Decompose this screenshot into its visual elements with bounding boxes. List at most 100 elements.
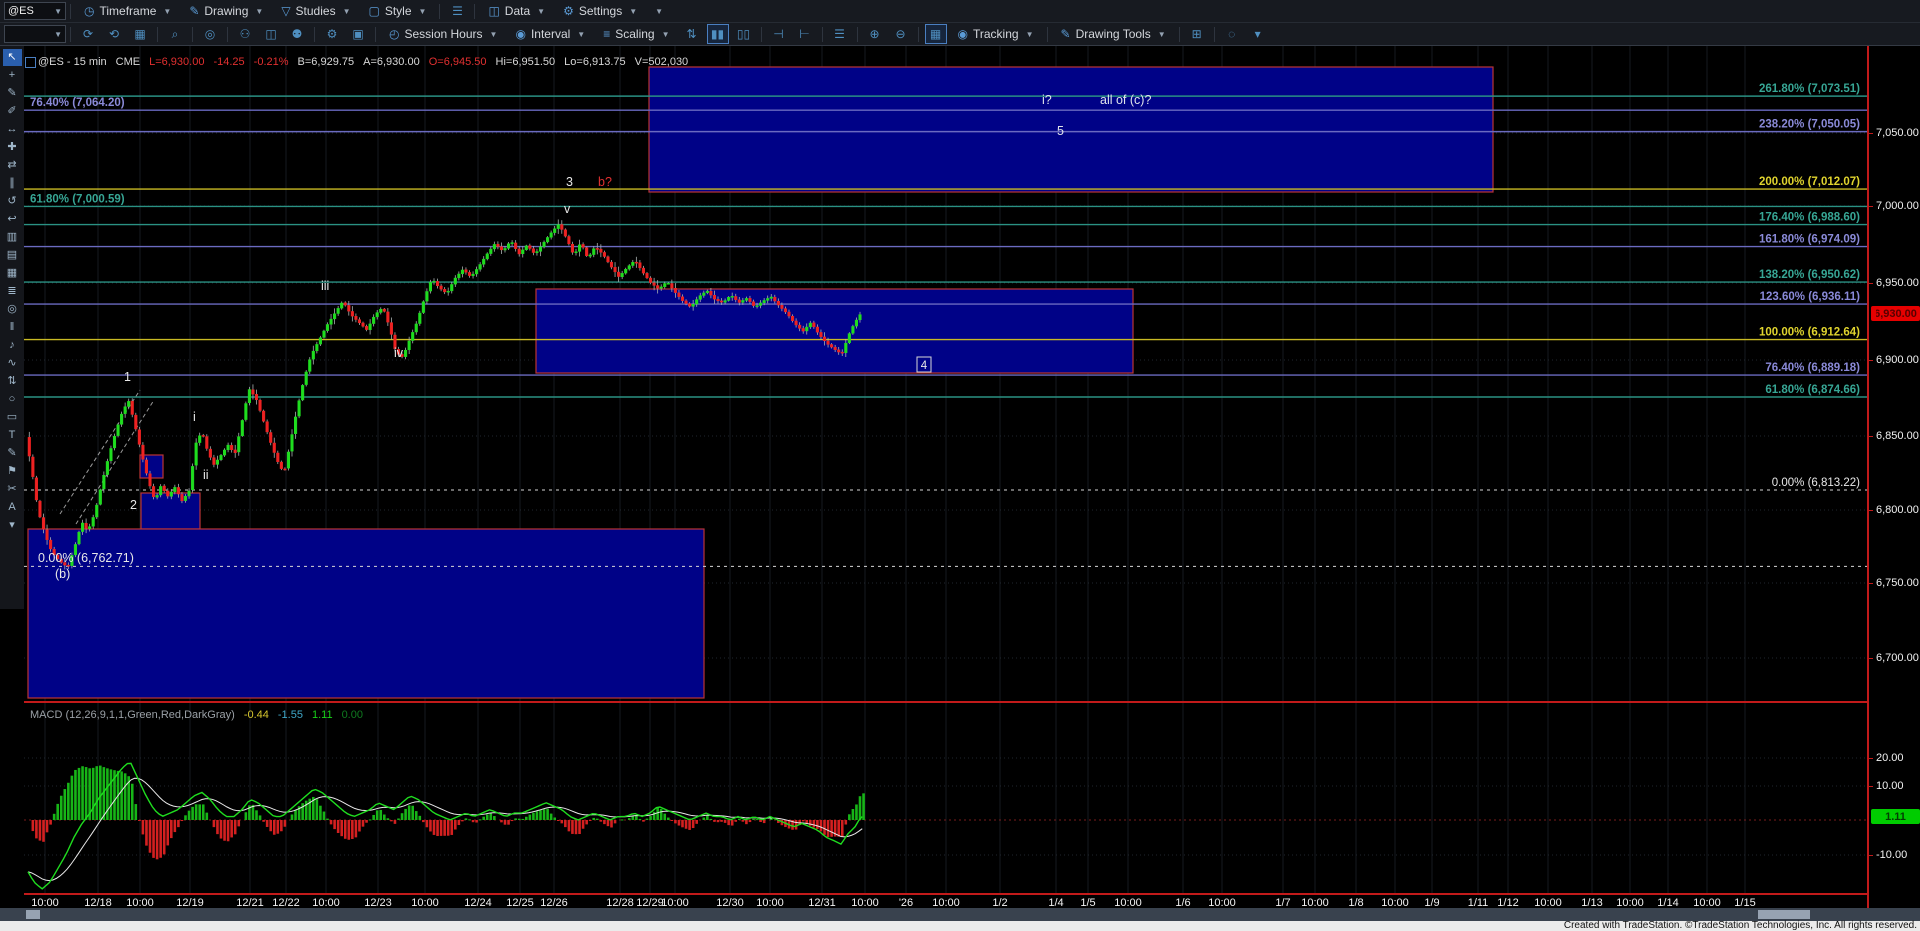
drawing-tools-menu[interactable]: ✎Drawing Tools▼ xyxy=(1052,27,1175,41)
text-tool[interactable]: T xyxy=(3,427,22,444)
matrix-icon[interactable]: ▦ xyxy=(129,24,151,44)
macd-histogram-bar xyxy=(426,820,429,827)
macd-study-header[interactable]: MACD (12,26,9,1,1,Green,Red,DarkGray)-0.… xyxy=(30,709,372,721)
bar-spacing-decrease-icon[interactable]: ⊣ xyxy=(768,24,790,44)
axis-tick xyxy=(1869,786,1873,787)
insert-chart-icon[interactable]: ⊞ xyxy=(1186,24,1208,44)
line-style-icon[interactable]: ⇅ xyxy=(681,24,703,44)
overflow-caret-icon[interactable]: ▾ xyxy=(1247,24,1269,44)
hollow-candle-style-icon[interactable]: ▯▯ xyxy=(733,24,755,44)
macd-histogram-bar xyxy=(813,820,816,828)
symbol-search-icon[interactable]: ⌕ xyxy=(164,24,186,44)
menu-style[interactable]: ▢ Style ▼ xyxy=(360,4,436,18)
crosshair-tool[interactable]: + xyxy=(3,67,22,84)
volume-profile-tool[interactable]: ▤ xyxy=(3,247,22,264)
scrollbar-left-handle[interactable] xyxy=(26,910,40,919)
macd-histogram-bar xyxy=(642,820,645,822)
tradestation-chart-window: @ES ▼ ◷ Timeframe ▼ ✎ Drawing ▼ ▽ Studie… xyxy=(0,0,1920,931)
toolbar-overflow-caret-icon[interactable]: ▼ xyxy=(648,1,670,21)
note-tool[interactable]: ♪ xyxy=(3,337,22,354)
bar-spacing-increase-icon[interactable]: ⊢ xyxy=(794,24,816,44)
candle-body xyxy=(475,269,478,273)
price-axis[interactable]: 7,050.007,000.006,950.006,900.006,850.00… xyxy=(1867,45,1920,908)
annotate-tool[interactable]: ✎ xyxy=(3,445,22,462)
list-tool[interactable]: ≣ xyxy=(3,283,22,300)
format-window-icon[interactable]: ▣ xyxy=(347,24,369,44)
candle-body xyxy=(131,401,134,414)
refresh-icon[interactable]: ⟳ xyxy=(77,24,99,44)
macd-histogram-bar xyxy=(667,818,670,820)
more-tools-caret[interactable]: ▾ xyxy=(3,517,22,534)
history-icon[interactable]: ⟲ xyxy=(103,24,125,44)
lasso-icon[interactable]: ◌ xyxy=(1221,24,1243,44)
curve-tool[interactable]: ↩ xyxy=(3,211,22,228)
macd-histogram-bar xyxy=(578,820,581,834)
stacked-windows-icon[interactable]: ☰ xyxy=(446,1,468,21)
cut-tool[interactable]: ✂ xyxy=(3,481,22,498)
interval-menu[interactable]: ◉Interval▼ xyxy=(506,27,594,41)
pointer-tool[interactable]: ↖ xyxy=(3,49,22,66)
ellipse-tool[interactable]: ○ xyxy=(3,391,22,408)
menu-drawing[interactable]: ✎ Drawing ▼ xyxy=(180,4,272,18)
macd-histogram-bar xyxy=(230,820,233,837)
horizontal-expand-tool[interactable]: ↔ xyxy=(3,121,22,138)
zoom-in-icon[interactable]: ⊕ xyxy=(864,24,886,44)
parallel-lines-tool[interactable]: ∥ xyxy=(3,175,22,192)
candle-body xyxy=(774,297,777,301)
scaling-menu[interactable]: ≡Scaling▼ xyxy=(594,27,678,41)
chart-canvas[interactable]: 261.80% (7,073.51)238.20% (7,050.05)200.… xyxy=(24,45,1867,893)
layers-icon[interactable]: ☰ xyxy=(829,24,851,44)
scrollbar-thumb[interactable] xyxy=(1758,910,1810,919)
symbol-combo[interactable]: @ES ▼ xyxy=(4,2,66,20)
marker-tool[interactable]: ✐ xyxy=(3,103,22,120)
wave-tool[interactable]: ∿ xyxy=(3,355,22,372)
candle-body xyxy=(223,450,226,455)
candle-body xyxy=(39,501,42,517)
accounts-icon[interactable]: ⚉ xyxy=(286,24,308,44)
candle-body xyxy=(820,332,823,336)
create-alert-icon[interactable]: ⚇ xyxy=(234,24,256,44)
candle-body xyxy=(28,437,31,456)
macd-histogram-bar xyxy=(816,820,819,829)
header-field: CME xyxy=(116,56,140,68)
grid-tool[interactable]: ▦ xyxy=(3,265,22,282)
bar-chart-icon: ◫ xyxy=(488,5,499,17)
candle-body xyxy=(532,249,535,253)
wave-label: all of (c)? xyxy=(1100,93,1151,107)
scaling-menu-label: Scaling xyxy=(615,27,654,41)
pause-tool[interactable]: ‖ xyxy=(3,319,22,336)
save-analysis-icon[interactable]: ◫ xyxy=(260,24,282,44)
menu-timeframe[interactable]: ◷ Timeframe ▼ xyxy=(75,4,180,18)
candle-body xyxy=(546,237,549,241)
objects-icon[interactable]: ◎ xyxy=(199,24,221,44)
candle-body xyxy=(742,300,745,302)
label-a-tool[interactable]: A xyxy=(3,499,22,516)
menu-settings[interactable]: ⚙ Settings ▼ xyxy=(554,4,646,18)
sort-tool[interactable]: ⇅ xyxy=(3,373,22,390)
tracking-menu[interactable]: ◉Tracking▼ xyxy=(949,27,1043,41)
candle-body xyxy=(301,385,304,400)
format-symbol-icon[interactable]: ⚙ xyxy=(321,24,343,44)
candle-body xyxy=(447,291,450,292)
symbol-lookup-combo[interactable]: ▼ xyxy=(4,25,66,43)
swap-tool[interactable]: ⇄ xyxy=(3,157,22,174)
grid-toggle-icon[interactable]: ▦ xyxy=(925,24,947,44)
pencil-tool[interactable]: ✎ xyxy=(3,85,22,102)
flag-tool[interactable]: ⚑ xyxy=(3,463,22,480)
price-axis-label: 6,900.00 xyxy=(1876,354,1919,366)
chart-window-icon[interactable] xyxy=(25,57,36,68)
zoom-out-icon[interactable]: ⊖ xyxy=(890,24,912,44)
candlestick-style-icon[interactable]: ▮▮ xyxy=(707,24,729,44)
macd-histogram-bar xyxy=(848,814,851,820)
separator xyxy=(314,27,315,42)
axis-tick xyxy=(1869,855,1873,856)
candle-body xyxy=(117,425,120,436)
menu-data[interactable]: ◫ Data ▼ xyxy=(479,4,554,18)
move-tool[interactable]: ✚ xyxy=(3,139,22,156)
session-hours-menu[interactable]: ◴Session Hours▼ xyxy=(380,27,506,41)
menu-studies[interactable]: ▽ Studies ▼ xyxy=(272,4,359,18)
target-tool[interactable]: ◎ xyxy=(3,301,22,318)
bars-tool[interactable]: ▥ xyxy=(3,229,22,246)
rotate-tool[interactable]: ↺ xyxy=(3,193,22,210)
rectangle-tool[interactable]: ▭ xyxy=(3,409,22,426)
